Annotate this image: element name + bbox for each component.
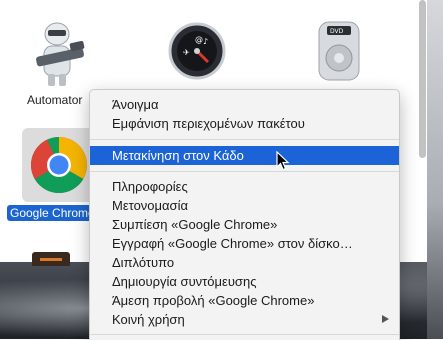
menu-item-rename[interactable]: Μετονομασία xyxy=(90,196,399,215)
menu-separator xyxy=(90,334,399,335)
partial-app-icon[interactable] xyxy=(32,252,70,266)
menu-item-show-package-contents[interactable]: Εμφάνιση περιεχομένων πακέτου xyxy=(90,114,399,133)
svg-text:✈: ✈ xyxy=(183,48,190,57)
menu-item-get-info[interactable]: Πληροφορίες xyxy=(90,177,399,196)
dvd-player-item[interactable]: DVD xyxy=(316,20,362,82)
google-chrome-item[interactable] xyxy=(22,128,96,202)
dvd-player-icon: DVD xyxy=(318,21,360,81)
svg-text:♪: ♪ xyxy=(203,37,208,46)
context-menu: Άνοιγμα Εμφάνιση περιεχομένων πακέτου Με… xyxy=(89,89,400,340)
menu-item-duplicate[interactable]: Διπλότυπο xyxy=(90,253,399,272)
menu-item-move-to-trash[interactable]: Μετακίνηση στον Κάδο xyxy=(90,146,399,165)
menu-item-share[interactable]: Κοινή χρήση xyxy=(90,310,399,329)
menu-item-open[interactable]: Άνοιγμα xyxy=(90,95,399,114)
pointer-cursor-icon xyxy=(276,151,290,171)
desktop-wallpaper-edge xyxy=(427,0,443,339)
menu-item-share-label: Κοινή χρήση xyxy=(112,312,185,327)
automator-label: Automator xyxy=(27,93,83,107)
google-chrome-label[interactable]: Google Chrome xyxy=(7,205,97,221)
chrome-icon xyxy=(31,137,87,193)
svg-text:@: @ xyxy=(195,35,203,44)
menu-item-quick-look[interactable]: Άμεση προβολή «Google Chrome» xyxy=(90,291,399,310)
automator-item[interactable] xyxy=(24,20,90,90)
menu-item-compress[interactable]: Συμπίεση «Google Chrome» xyxy=(90,215,399,234)
menu-separator xyxy=(90,139,399,140)
menu-separator xyxy=(90,171,399,172)
menu-item-burn-to-disc[interactable]: Εγγραφή «Google Chrome» στον δίσκο… xyxy=(90,234,399,253)
vertical-scrollbar[interactable] xyxy=(419,0,426,158)
menu-item-make-alias[interactable]: Δημιουργία συντόμευσης xyxy=(90,272,399,291)
automator-icon xyxy=(36,22,85,86)
svg-text:DVD: DVD xyxy=(330,28,344,35)
dashboard-item[interactable]: @ ♪ ✈ xyxy=(168,22,226,80)
submenu-arrow-icon xyxy=(382,315,389,323)
dashboard-icon: @ ♪ ✈ xyxy=(168,22,226,80)
